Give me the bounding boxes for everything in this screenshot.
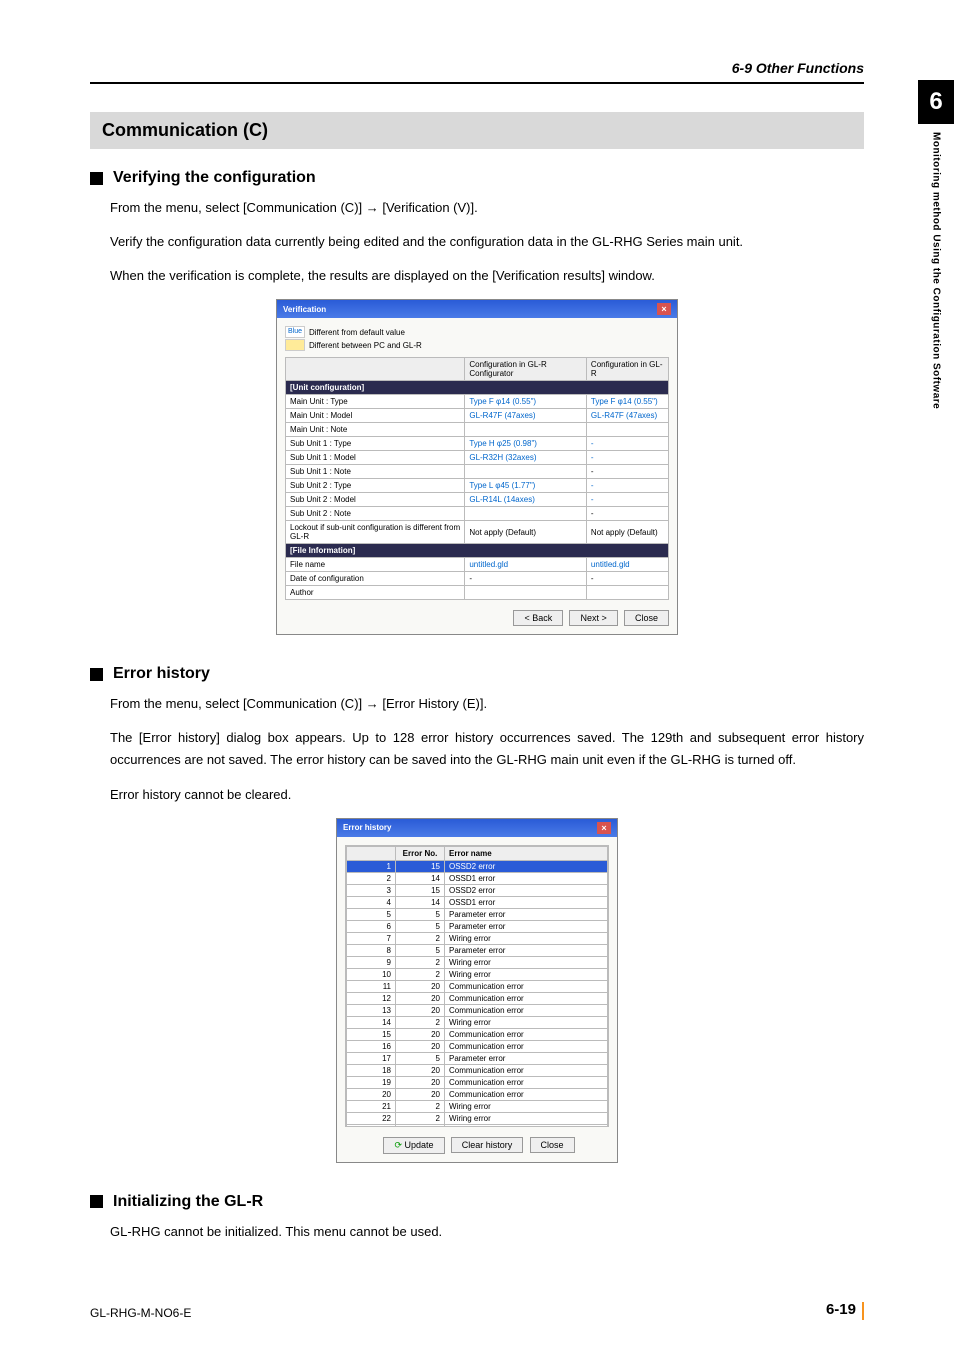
chapter-badge: 6 — [918, 80, 954, 124]
table-row: Lockout if sub-unit configuration is dif… — [286, 521, 669, 544]
table-row: Sub Unit 1 : ModelGL-R32H (32axes)- — [286, 451, 669, 465]
table-row: File nameuntitled.glduntitled.gld — [286, 558, 669, 572]
table-row[interactable]: 1220Communication error — [347, 992, 608, 1004]
subheading-init: Initializing the GL-R — [90, 1193, 864, 1211]
table-row: Sub Unit 2 : ModelGL-R14L (14axes)- — [286, 493, 669, 507]
verify-text-2: Verify the configuration data currently … — [110, 231, 864, 253]
table-row[interactable]: 55Parameter error — [347, 908, 608, 920]
table-row[interactable]: 85Parameter error — [347, 944, 608, 956]
bullet-square-icon — [90, 1195, 103, 1208]
legend-blue-swatch: Blue — [285, 326, 305, 338]
bullet-square-icon — [90, 668, 103, 681]
table-row[interactable]: 222Wiring error — [347, 1112, 608, 1124]
dialog-title: Verification — [283, 305, 326, 314]
subheading-error: Error history — [90, 665, 864, 683]
verification-table: Configuration in GL-R ConfiguratorConfig… — [285, 357, 669, 600]
verify-text-3: When the verification is complete, the r… — [110, 265, 864, 287]
table-row: Sub Unit 1 : Note- — [286, 465, 669, 479]
error-text-3: Error history cannot be cleared. — [110, 784, 864, 806]
table-row[interactable]: 65Parameter error — [347, 920, 608, 932]
header-rule — [90, 82, 864, 84]
clear-history-button[interactable]: Clear history — [451, 1137, 524, 1153]
table-row: Main Unit : TypeType F φ14 (0.55")Type F… — [286, 395, 669, 409]
table-row[interactable]: 214OSSD1 error — [347, 872, 608, 884]
table-row: Sub Unit 1 : TypeType H φ25 (0.98")- — [286, 437, 669, 451]
table-row[interactable]: 1120Communication error — [347, 980, 608, 992]
init-text: GL-RHG cannot be initialized. This menu … — [110, 1221, 864, 1243]
close-icon[interactable]: × — [657, 303, 671, 315]
legend-yellow-swatch — [285, 339, 305, 351]
table-row[interactable]: 175Parameter error — [347, 1052, 608, 1064]
table-row[interactable]: 2020Communication error — [347, 1088, 608, 1100]
table-row[interactable]: 115OSSD2 error — [347, 860, 608, 872]
page-footer: GL-RHG-M-NO6-E 6-19 — [90, 1301, 864, 1320]
dialog-title: Error history — [343, 823, 391, 832]
table-row[interactable]: 1820Communication error — [347, 1064, 608, 1076]
table-row[interactable]: 414OSSD1 error — [347, 896, 608, 908]
page-number: 6-19 — [826, 1301, 856, 1318]
table-row: Sub Unit 2 : TypeType L φ45 (1.77")- — [286, 479, 669, 493]
close-icon[interactable]: × — [597, 822, 611, 834]
table-row[interactable]: 1520Communication error — [347, 1028, 608, 1040]
verification-dialog: Verification × BlueDifferent from defaul… — [276, 299, 678, 635]
table-row: Sub Unit 2 : Note- — [286, 507, 669, 521]
error-table: Error No.Error name 115OSSD2 error214OSS… — [346, 846, 608, 1127]
doc-id: GL-RHG-M-NO6-E — [90, 1306, 191, 1320]
close-button[interactable]: Close — [624, 610, 669, 626]
chapter-caption: Monitoring method Using the Configuratio… — [931, 132, 942, 409]
table-row[interactable]: 232Wiring error — [347, 1124, 608, 1127]
subheading-verify: Verifying the configuration — [90, 169, 864, 187]
table-row[interactable]: 212Wiring error — [347, 1100, 608, 1112]
legend: BlueDifferent from default value Differe… — [285, 326, 669, 351]
error-text-2: The [Error history] dialog box appears. … — [110, 727, 864, 771]
page-header: 6-9 Other Functions — [90, 60, 864, 76]
table-row[interactable]: 1920Communication error — [347, 1076, 608, 1088]
table-row: Main Unit : Note — [286, 423, 669, 437]
update-button[interactable]: ⟳ Update — [383, 1137, 444, 1154]
chapter-sidebar: 6 Monitoring method Using the Configurat… — [918, 80, 954, 640]
bullet-square-icon — [90, 172, 103, 185]
verify-text-1: From the menu, select [Communication (C)… — [110, 197, 864, 219]
table-row[interactable]: 1620Communication error — [347, 1040, 608, 1052]
back-button[interactable]: < Back — [513, 610, 563, 626]
next-button[interactable]: Next > — [569, 610, 617, 626]
table-row[interactable]: 102Wiring error — [347, 968, 608, 980]
table-row: Date of configuration-- — [286, 572, 669, 586]
table-row[interactable]: 1320Communication error — [347, 1004, 608, 1016]
table-row[interactable]: 92Wiring error — [347, 956, 608, 968]
table-row: Main Unit : ModelGL-R47F (47axes)GL-R47F… — [286, 409, 669, 423]
table-row[interactable]: 315OSSD2 error — [347, 884, 608, 896]
table-row: Author — [286, 586, 669, 600]
close-button[interactable]: Close — [530, 1137, 575, 1153]
table-row[interactable]: 72Wiring error — [347, 932, 608, 944]
error-history-dialog: Error history × Error No.Error name 115O… — [336, 818, 618, 1163]
table-row[interactable]: 142Wiring error — [347, 1016, 608, 1028]
error-text-1: From the menu, select [Communication (C)… — [110, 693, 864, 715]
section-title: Communication (C) — [90, 112, 864, 149]
